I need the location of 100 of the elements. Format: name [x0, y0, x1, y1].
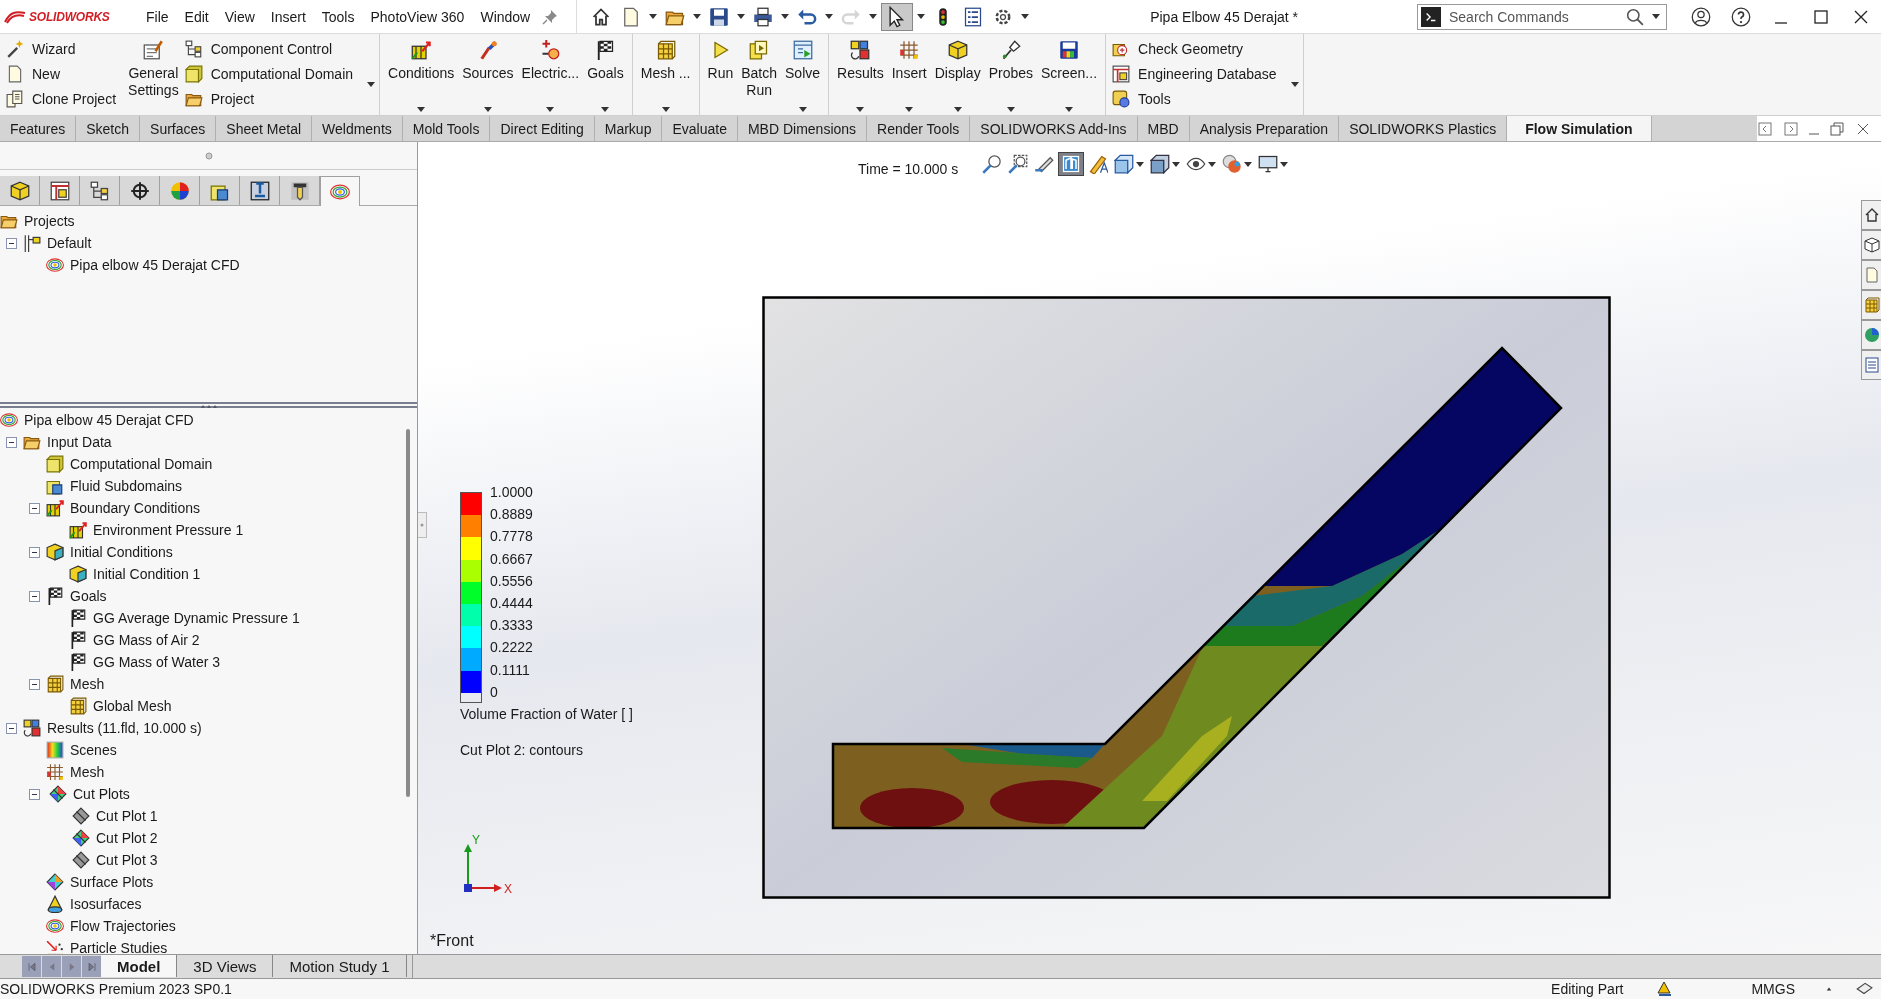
ribbon-button[interactable]: Insert: [887, 34, 931, 115]
tree-item[interactable]: Surface Plots: [70, 874, 154, 890]
tab[interactable]: Markup: [594, 116, 663, 141]
ribbon-button[interactable]: Conditions: [384, 34, 459, 115]
panel-tab[interactable]: [200, 176, 240, 205]
tree-item[interactable]: Pipa elbow 45 Derajat CFD: [70, 257, 240, 273]
ribbon-button[interactable]: Clone Project: [6, 87, 121, 110]
ribbon-button[interactable]: Solve: [781, 34, 825, 115]
menu-item[interactable]: PhotoView 360: [362, 2, 473, 31]
zoom-area-button[interactable]: [1006, 152, 1030, 176]
display-style-button[interactable]: [1148, 152, 1182, 176]
panel-tab[interactable]: [40, 176, 80, 205]
tree-item[interactable]: Computational Domain: [70, 456, 213, 472]
ribbon-button[interactable]: Probes: [984, 34, 1037, 115]
tree-item[interactable]: Pipa elbow 45 Derajat CFD: [24, 412, 194, 428]
tree-item[interactable]: Environment Pressure 1: [93, 522, 244, 538]
tree-item[interactable]: Default: [47, 235, 92, 251]
ribbon-button[interactable]: Mesh ...: [636, 34, 695, 115]
scrollbar-thumb[interactable]: [406, 429, 410, 797]
tab[interactable]: Evaluate: [662, 116, 738, 141]
tab[interactable]: Sketch: [76, 116, 141, 141]
panel-tab[interactable]: [0, 176, 40, 205]
tree-item[interactable]: Initial Conditions: [70, 544, 173, 560]
ribbon-button[interactable]: General Settings: [124, 34, 183, 115]
ribbon-button[interactable]: Engineering Database: [1112, 63, 1281, 85]
search-field[interactable]: Search Commands: [1417, 3, 1667, 30]
ribbon-button[interactable]: Sources: [458, 34, 518, 115]
menu-item[interactable]: File: [138, 2, 177, 31]
ribbon-button[interactable]: Computational Domain: [184, 63, 358, 85]
tree-item[interactable]: Mesh: [70, 676, 105, 692]
tree-item[interactable]: Fluid Subdomains: [70, 478, 183, 494]
tree-item[interactable]: Flow Trajectories: [70, 918, 176, 934]
collapse-handle[interactable]: [418, 512, 427, 538]
tree-item[interactable]: Isosurfaces: [70, 896, 142, 912]
tab[interactable]: Direct Editing: [490, 116, 595, 141]
tab[interactable]: Sheet Metal: [216, 116, 313, 141]
tab[interactable]: 3D Views: [177, 955, 274, 977]
tab[interactable]: Weldments: [312, 116, 403, 141]
panel-tab[interactable]: [280, 176, 320, 205]
tab[interactable]: MBD Dimensions: [737, 116, 868, 141]
task-pane-tab[interactable]: [1861, 320, 1881, 350]
ribbon-button[interactable]: Check Geometry: [1112, 38, 1281, 61]
view-orientation-button[interactable]: [1112, 152, 1146, 176]
ribbon-button[interactable]: Electric...: [517, 34, 584, 115]
tree-item[interactable]: Scenes: [70, 742, 117, 758]
ribbon-button[interactable]: Tools: [1112, 87, 1281, 110]
task-pane-tab[interactable]: [1861, 200, 1881, 230]
ribbon-button[interactable]: New: [6, 63, 121, 85]
tab[interactable]: Surfaces: [140, 116, 217, 141]
ribbon-button[interactable]: Goals: [583, 34, 628, 115]
panel-tab[interactable]: [80, 176, 120, 205]
tree-item[interactable]: Cut Plot 2: [96, 830, 158, 846]
tab[interactable]: Model: [101, 955, 178, 977]
menu-item[interactable]: Insert: [262, 2, 314, 31]
menu-item[interactable]: Tools: [313, 2, 363, 31]
ribbon-button[interactable]: Run: [703, 34, 738, 115]
tree-item[interactable]: Boundary Conditions: [70, 500, 200, 516]
ribbon-button[interactable]: Project: [184, 87, 358, 110]
section-view-button[interactable]: [1058, 152, 1084, 176]
ribbon-button[interactable]: Batch Run: [737, 34, 781, 115]
tree-item[interactable]: Results (11.fld, 10.000 s): [47, 720, 202, 736]
collapse-icon[interactable]: [6, 722, 17, 734]
splitter-icon[interactable]: [198, 404, 219, 408]
tree-item[interactable]: GG Mass of Water 3: [93, 654, 221, 670]
ribbon-button[interactable]: Component Control: [184, 38, 358, 61]
ribbon-button[interactable]: Display: [930, 34, 985, 115]
tree-item[interactable]: Cut Plot 1: [96, 808, 158, 824]
collapse-icon[interactable]: [29, 546, 40, 558]
collapse-icon[interactable]: [29, 678, 40, 690]
tree-item[interactable]: GG Average Dynamic Pressure 1: [93, 610, 300, 626]
tab[interactable]: Features: [0, 116, 77, 141]
collapse-icon[interactable]: [29, 502, 40, 514]
menu-item[interactable]: Window: [472, 2, 539, 31]
select-button[interactable]: [881, 2, 914, 31]
tab[interactable]: Analysis Preparation: [1189, 116, 1340, 141]
tree-item[interactable]: Goals: [70, 588, 107, 604]
tab[interactable]: MBD: [1137, 116, 1190, 141]
ribbon-button[interactable]: Wizard: [6, 38, 121, 61]
tree-item[interactable]: Global Mesh: [93, 698, 172, 714]
tree-item[interactable]: GG Mass of Air 2: [93, 632, 200, 648]
tree-item[interactable]: Cut Plot 3: [96, 852, 158, 868]
menu-item[interactable]: View: [216, 2, 263, 31]
menu-item[interactable]: Edit: [176, 2, 217, 31]
tab[interactable]: Render Tools: [867, 116, 971, 141]
ribbon-button[interactable]: Results: [833, 34, 888, 115]
zoom-fit-button[interactable]: [980, 152, 1004, 176]
task-pane-tab[interactable]: [1861, 230, 1881, 260]
tree-item[interactable]: Initial Condition 1: [93, 566, 201, 582]
panel-tab[interactable]: [240, 176, 280, 205]
units-label[interactable]: MMGS: [1751, 981, 1795, 997]
tree-item[interactable]: Projects: [24, 213, 75, 229]
collapse-icon[interactable]: [6, 436, 17, 448]
panel-tab[interactable]: [160, 176, 200, 205]
tab[interactable]: SOLIDWORKS Add-Ins: [970, 116, 1138, 141]
grip-icon[interactable]: [204, 151, 213, 160]
collapse-icon[interactable]: [29, 788, 40, 800]
collapse-icon[interactable]: [6, 237, 17, 249]
appearance-button[interactable]: [1220, 152, 1254, 176]
search-input[interactable]: Search Commands: [1441, 7, 1626, 26]
tab[interactable]: Motion Study 1: [273, 955, 407, 977]
